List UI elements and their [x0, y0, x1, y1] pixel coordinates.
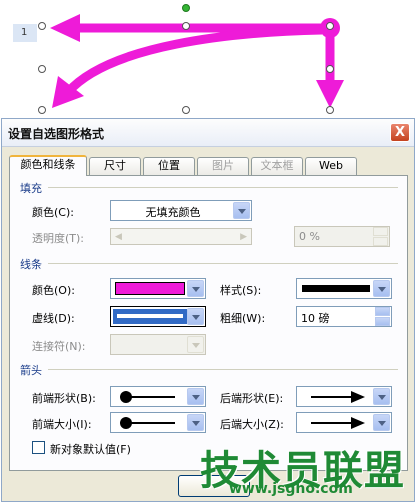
arrow-shapes[interactable]: [0, 0, 417, 118]
divider: [48, 369, 398, 370]
selection-handle[interactable]: [38, 106, 46, 114]
end-style-label: 后端形状(E):: [220, 392, 284, 405]
chevron-down-icon[interactable]: [373, 280, 390, 297]
line-style-preview: [302, 285, 370, 292]
begin-size-dropdown[interactable]: [110, 412, 206, 433]
spin-down-icon[interactable]: [375, 317, 390, 326]
fill-color-label: 颜色(C):: [32, 206, 74, 219]
transparency-value: 0 %: [299, 230, 320, 243]
selection-handle[interactable]: [326, 22, 334, 30]
dash-label: 虚线(D):: [32, 312, 75, 325]
begin-style-label: 前端形状(B):: [32, 392, 96, 405]
slider-left-icon: ◀: [115, 232, 122, 242]
dash-preview: [117, 314, 183, 318]
arrow-head-left: [50, 14, 80, 42]
right-arrow-icon: [311, 391, 365, 403]
tab-position[interactable]: 位置: [143, 157, 195, 175]
divider: [48, 187, 398, 188]
chevron-down-icon[interactable]: [187, 280, 204, 297]
line-style-label: 样式(S):: [220, 284, 262, 297]
divider: [48, 263, 398, 264]
document-canvas: 1: [0, 0, 417, 118]
chevron-down-icon[interactable]: [373, 414, 390, 431]
default-checkbox-label: 新对象默认值(F): [50, 443, 131, 456]
dash-dropdown[interactable]: [110, 306, 206, 327]
tab-web[interactable]: Web: [305, 157, 357, 175]
oval-arrow-icon: [120, 391, 175, 403]
chevron-down-icon[interactable]: [233, 202, 250, 219]
chevron-down-icon[interactable]: [187, 414, 204, 431]
section-line-label: 线条: [20, 258, 42, 271]
spin-down-icon[interactable]: [373, 237, 388, 246]
arrow-shaft-curve: [64, 25, 323, 96]
selection-handle[interactable]: [182, 106, 190, 114]
fill-color-dropdown[interactable]: 无填充颜色: [110, 200, 252, 221]
arrow-head-down: [316, 80, 344, 108]
end-size-label: 后端大小(Z):: [220, 418, 284, 431]
line-color-dropdown[interactable]: [110, 278, 206, 299]
tab-colors-lines[interactable]: 颜色和线条: [9, 155, 87, 176]
dialog-title: 设置自选图形格式: [8, 127, 105, 141]
weight-label: 粗细(W):: [220, 312, 266, 325]
rotate-handle[interactable]: [182, 4, 190, 12]
spin-up-icon[interactable]: [375, 307, 390, 316]
end-size-dropdown[interactable]: [296, 412, 392, 433]
end-style-dropdown[interactable]: [296, 386, 392, 407]
close-button[interactable]: X: [390, 123, 410, 142]
spin-up-icon[interactable]: [373, 227, 388, 236]
dialog-titlebar[interactable]: 设置自选图形格式 X: [2, 119, 414, 147]
chevron-down-icon[interactable]: [187, 308, 204, 325]
transparency-slider[interactable]: ◀ ▶: [110, 228, 252, 245]
selection-handle[interactable]: [38, 22, 46, 30]
oval-arrow-icon: [120, 417, 175, 429]
right-arrow-icon: [311, 417, 365, 429]
watermark-url: www.jsgho.com: [229, 481, 353, 497]
fill-color-value: 无填充颜色: [145, 206, 201, 219]
connector-dropdown[interactable]: [110, 334, 206, 355]
line-color-swatch: [115, 282, 185, 295]
transparency-label: 透明度(T):: [32, 232, 85, 245]
chevron-down-icon[interactable]: [187, 336, 204, 353]
slider-right-icon: ▶: [240, 232, 247, 242]
weight-value: 10 磅: [301, 312, 330, 325]
selection-handle[interactable]: [182, 22, 190, 30]
weight-spinner[interactable]: 10 磅: [296, 306, 392, 327]
transparency-spinner[interactable]: 0 %: [294, 226, 390, 247]
chevron-down-icon[interactable]: [187, 388, 204, 405]
selection-handle[interactable]: [38, 65, 46, 73]
connector-label: 连接符(N):: [32, 340, 86, 353]
default-checkbox[interactable]: [32, 441, 45, 454]
tab-size[interactable]: 尺寸: [89, 157, 141, 175]
begin-style-dropdown[interactable]: [110, 386, 206, 407]
selection-handle[interactable]: [326, 106, 334, 114]
tab-textbox[interactable]: 文本框: [251, 157, 303, 175]
selection-handle[interactable]: [326, 65, 334, 73]
begin-size-label: 前端大小(I):: [32, 418, 92, 431]
tab-picture[interactable]: 图片: [197, 157, 249, 175]
section-fill-label: 填充: [20, 182, 42, 195]
chevron-down-icon[interactable]: [373, 388, 390, 405]
section-arrows-label: 箭头: [20, 364, 42, 377]
tab-panel-colors-lines: 填充 颜色(C): 无填充颜色 透明度(T): ◀ ▶ 0 % 线条 颜色(O)…: [9, 175, 408, 471]
line-color-label: 颜色(O):: [32, 284, 75, 297]
line-style-dropdown[interactable]: [296, 278, 392, 299]
